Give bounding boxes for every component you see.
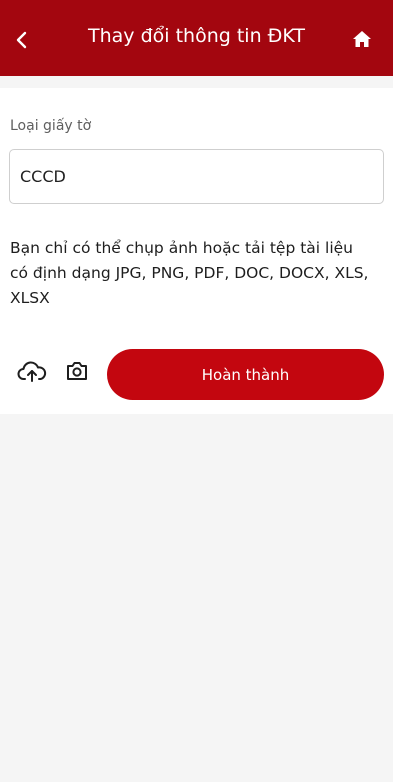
- app-header: Thay đổi thông tin ĐKT: [0, 0, 393, 76]
- cloud-upload-icon: [17, 361, 47, 382]
- back-button[interactable]: [6, 24, 38, 56]
- page-title: Thay đổi thông tin ĐKT: [88, 25, 305, 47]
- doc-type-label: Loại giấy tờ: [10, 118, 92, 134]
- file-format-note: Bạn chỉ có thể chụp ảnh hoặc tải tệp tài…: [10, 239, 369, 307]
- home-icon: [353, 31, 371, 47]
- home-button[interactable]: [349, 26, 375, 52]
- camera-icon: [67, 362, 87, 380]
- complete-button[interactable]: Hoàn thành: [107, 349, 384, 400]
- chevron-left-icon: [16, 31, 27, 49]
- upload-button[interactable]: [17, 360, 47, 384]
- doc-type-field[interactable]: [9, 149, 384, 204]
- camera-button[interactable]: [65, 359, 89, 383]
